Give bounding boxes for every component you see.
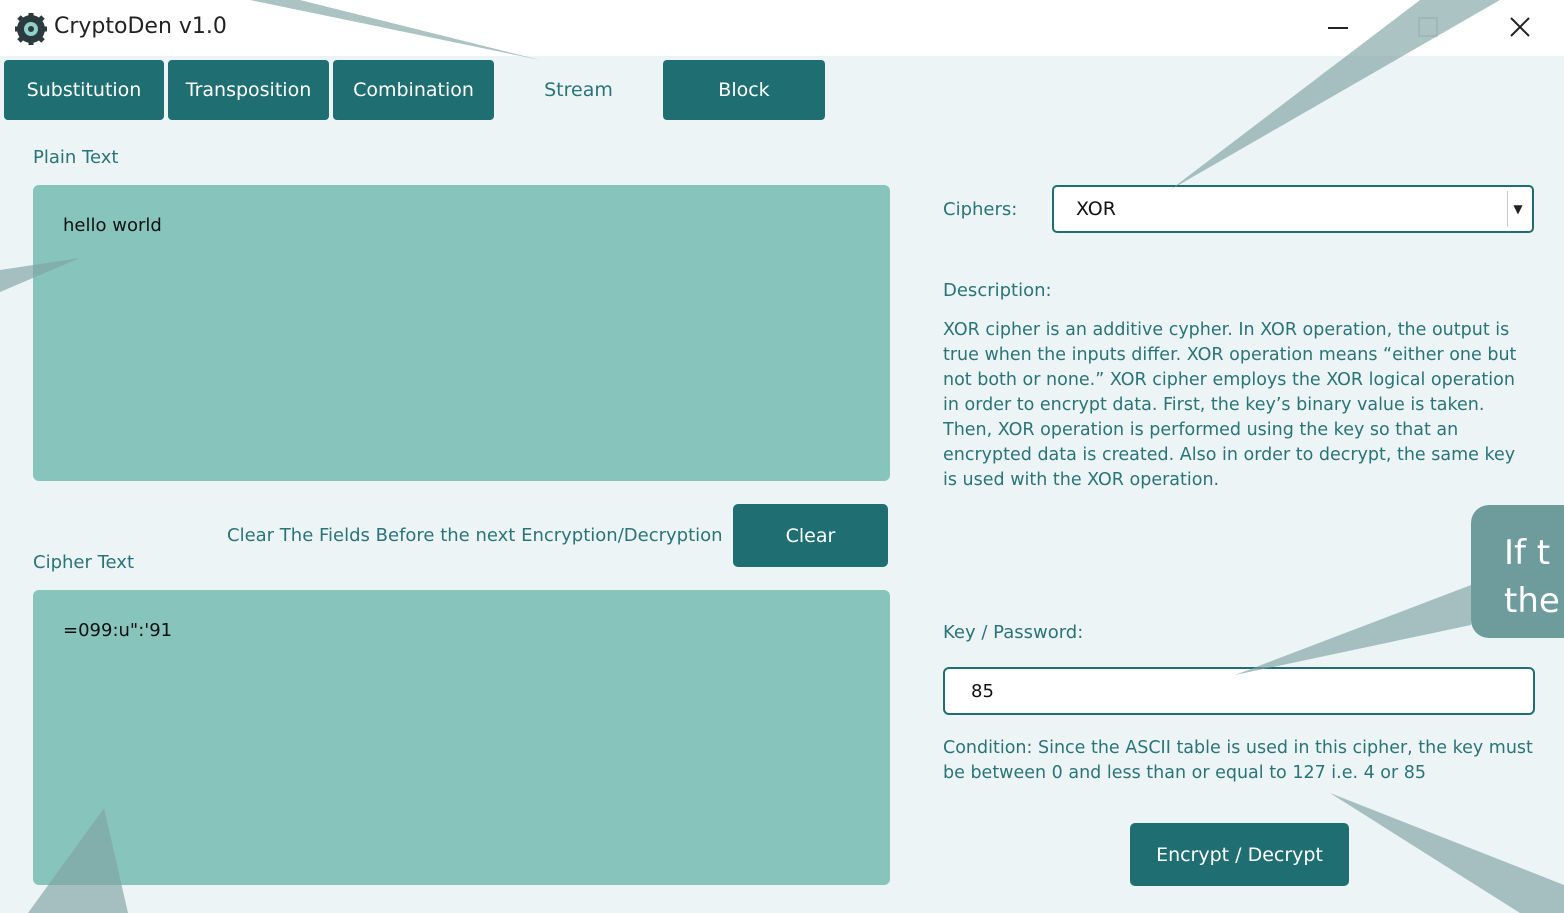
clear-button[interactable]: Clear	[733, 504, 888, 567]
tab-transposition[interactable]: Transposition	[168, 60, 329, 120]
ciphers-label: Ciphers:	[943, 199, 1018, 220]
tab-block[interactable]: Block	[663, 60, 825, 120]
plain-text-label: Plain Text	[33, 147, 119, 168]
cipher-text-area[interactable]: =099:u":'91	[33, 590, 890, 885]
description-label: Description:	[943, 280, 1052, 301]
title-bar: CryptoDen v1.0	[0, 0, 1564, 56]
description-text: XOR cipher is an additive cypher. In XOR…	[943, 320, 1517, 490]
cipher-text-value: =099:u":'91	[63, 620, 173, 641]
condition-text: Condition: Since the ASCII table is used…	[943, 738, 1533, 783]
clear-hint-text: Clear The Fields Before the next Encrypt…	[227, 525, 723, 546]
key-input-value: 85	[971, 680, 994, 702]
tooltip-line-1: If t	[1504, 533, 1551, 573]
maximize-icon[interactable]	[1408, 10, 1448, 46]
chevron-down-icon[interactable]: ▼	[1507, 191, 1528, 227]
app-gear-icon	[15, 13, 47, 45]
cipher-text-label: Cipher Text	[33, 552, 135, 573]
tab-stream[interactable]: Stream	[498, 60, 659, 120]
window-title: CryptoDen v1.0	[54, 14, 227, 39]
key-input[interactable]: 85	[943, 667, 1535, 715]
key-label: Key / Password:	[943, 622, 1084, 643]
tab-substitution[interactable]: Substitution	[4, 60, 164, 120]
close-icon[interactable]	[1500, 10, 1540, 46]
encrypt-decrypt-button[interactable]: Encrypt / Decrypt	[1130, 823, 1349, 886]
tooltip-callout: If t the	[1471, 505, 1564, 638]
cipher-select-value: XOR	[1076, 198, 1116, 220]
plain-text-area[interactable]: hello world	[33, 185, 890, 481]
tab-combination[interactable]: Combination	[333, 60, 494, 120]
app-window: CryptoDen v1.0 Substitution Transpositio…	[0, 0, 1564, 913]
tooltip-line-2: the	[1504, 581, 1560, 621]
cipher-select[interactable]: XOR ▼	[1052, 185, 1534, 233]
plain-text-value: hello world	[63, 215, 162, 236]
minimize-icon[interactable]	[1318, 10, 1358, 46]
